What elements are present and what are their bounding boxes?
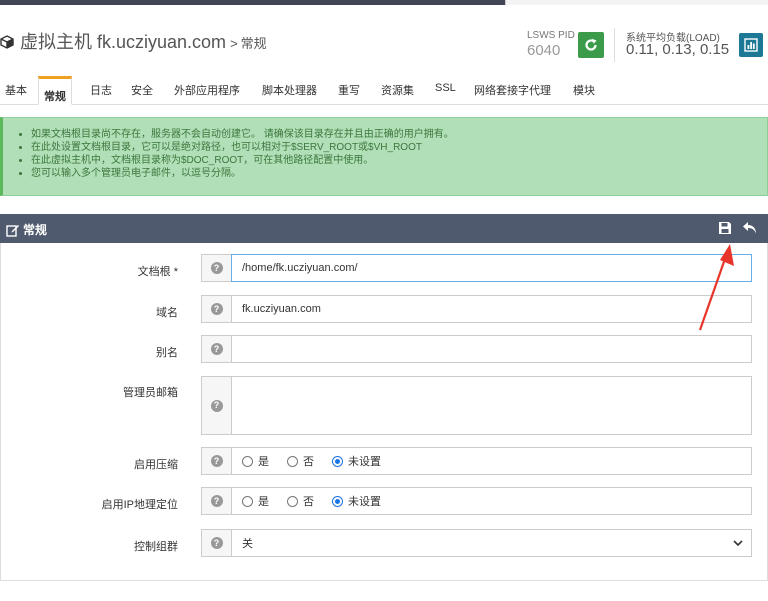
restart-button[interactable]	[578, 32, 604, 58]
geoip-label: 启用IP地理定位	[101, 499, 178, 511]
save-icon[interactable]	[718, 221, 732, 235]
tab-modules[interactable]: 模块	[573, 82, 595, 98]
radio-label: 未设置	[348, 456, 381, 468]
tab-bar: 基本 常规 日志 安全 外部应用程序 脚本处理器 重写 资源集 SSL 网络套接…	[0, 74, 768, 105]
help-icon: ?	[210, 455, 223, 467]
tab-context[interactable]: 资源集	[381, 82, 414, 98]
cgroups-selected-value: 关	[242, 538, 253, 550]
tab-basic[interactable]: 基本	[5, 82, 27, 98]
docroot-help-button[interactable]: ?	[201, 254, 232, 282]
breadcrumb-current: 常规	[240, 36, 267, 51]
edit-icon	[6, 224, 19, 237]
geoip-radio-group: 是 否 未设置	[231, 487, 752, 515]
radio-circle	[287, 495, 298, 507]
admin-email-label: 管理员邮箱	[123, 387, 178, 399]
tab-script-handler[interactable]: 脚本处理器	[262, 82, 317, 98]
radio-label: 是	[258, 496, 269, 508]
radio-circle	[287, 455, 298, 467]
vhost-title: 虚拟主机 fk.ucziyuan.com	[20, 32, 227, 52]
notice-item: 如果文档根目录尚不存在，服务器不会自动创建它。 请确保该目录存在并且由正确的用户…	[31, 128, 767, 141]
compression-radio-group: 是 否 未设置	[231, 447, 752, 475]
real-time-stats-button[interactable]	[739, 33, 763, 57]
radio-circle-selected	[332, 455, 343, 467]
radio-circle	[242, 495, 253, 507]
bar-chart-icon	[744, 38, 758, 52]
cgroups-select[interactable]: 关	[231, 529, 752, 557]
domain-label: 域名	[156, 307, 178, 319]
panel-header: 常规	[0, 214, 768, 243]
geoip-yes-radio[interactable]: 是	[242, 493, 269, 509]
refresh-icon	[585, 38, 597, 51]
notice-item: 在此处设置文档根目录，它可以是绝对路径，也可以相对于$SERV_ROOT或$VH…	[31, 141, 767, 154]
domain-help-button[interactable]: ?	[201, 295, 232, 323]
tab-websocket-proxy[interactable]: 网络套接字代理	[474, 82, 551, 98]
tab-rewrite[interactable]: 重写	[338, 82, 360, 98]
tab-external-app[interactable]: 外部应用程序	[174, 82, 240, 98]
docroot-input[interactable]: /home/fk.ucziyuan.com/	[231, 254, 752, 282]
top-strip-right	[505, 0, 768, 5]
cgroups-label: 控制组群	[134, 541, 178, 553]
alias-input[interactable]	[231, 335, 752, 363]
compression-label: 启用压缩	[134, 459, 178, 471]
notice-item: 您可以输入多个管理员电子邮件，以逗号分隔。	[31, 167, 767, 180]
annotation-arrow-icon	[698, 244, 734, 331]
cube-icon	[0, 35, 14, 49]
panel-title-text: 常规	[23, 223, 48, 237]
help-icon: ?	[210, 303, 223, 315]
docroot-label: 文档根 *	[137, 266, 178, 278]
radio-label: 是	[258, 456, 269, 468]
tab-ssl[interactable]: SSL	[435, 82, 456, 94]
geoip-no-radio[interactable]: 否	[287, 493, 314, 509]
breadcrumb-separator: >	[230, 36, 238, 51]
domain-input[interactable]: fk.ucziyuan.com	[231, 295, 752, 323]
back-icon[interactable]	[742, 220, 758, 236]
compression-no-radio[interactable]: 否	[287, 453, 314, 469]
tab-general[interactable]: 常规	[38, 76, 72, 105]
radio-circle-selected	[332, 495, 343, 507]
pid-label: LSWS PID	[527, 30, 575, 41]
admin-email-help-button[interactable]: ?	[201, 376, 232, 435]
tab-security[interactable]: 安全	[131, 82, 153, 98]
chevron-down-icon	[733, 540, 743, 547]
help-icon: ?	[210, 343, 223, 355]
header-divider	[614, 28, 615, 62]
radio-circle	[242, 455, 253, 467]
help-icon: ?	[210, 262, 223, 274]
help-icon: ?	[210, 399, 223, 412]
tab-log[interactable]: 日志	[90, 82, 112, 98]
help-icon: ?	[210, 537, 223, 549]
radio-label: 未设置	[348, 496, 381, 508]
notice-item: 在此虚拟主机中，文档根目录称为$DOC_ROOT，可在其他路径配置中使用。	[31, 154, 767, 167]
compression-unset-radio[interactable]: 未设置	[332, 453, 381, 469]
compression-yes-radio[interactable]: 是	[242, 453, 269, 469]
alias-label: 别名	[156, 347, 178, 359]
page-title: 虚拟主机 fk.ucziyuan.com > 常规	[0, 28, 267, 54]
geoip-help-button[interactable]: ?	[201, 487, 232, 515]
radio-label: 否	[303, 456, 314, 468]
help-notice: 如果文档根目录尚不存在，服务器不会自动创建它。 请确保该目录存在并且由正确的用户…	[0, 117, 768, 196]
radio-label: 否	[303, 496, 314, 508]
geoip-unset-radio[interactable]: 未设置	[332, 493, 381, 509]
load-value: 0.11, 0.13, 0.15	[626, 41, 730, 58]
admin-email-textarea[interactable]	[231, 376, 752, 435]
panel-title: 常规	[6, 221, 47, 238]
pid-value: 6040	[527, 42, 561, 59]
cgroups-help-button[interactable]: ?	[201, 529, 232, 557]
compression-help-button[interactable]: ?	[201, 447, 232, 475]
alias-help-button[interactable]: ?	[201, 335, 232, 363]
help-icon: ?	[210, 495, 223, 507]
